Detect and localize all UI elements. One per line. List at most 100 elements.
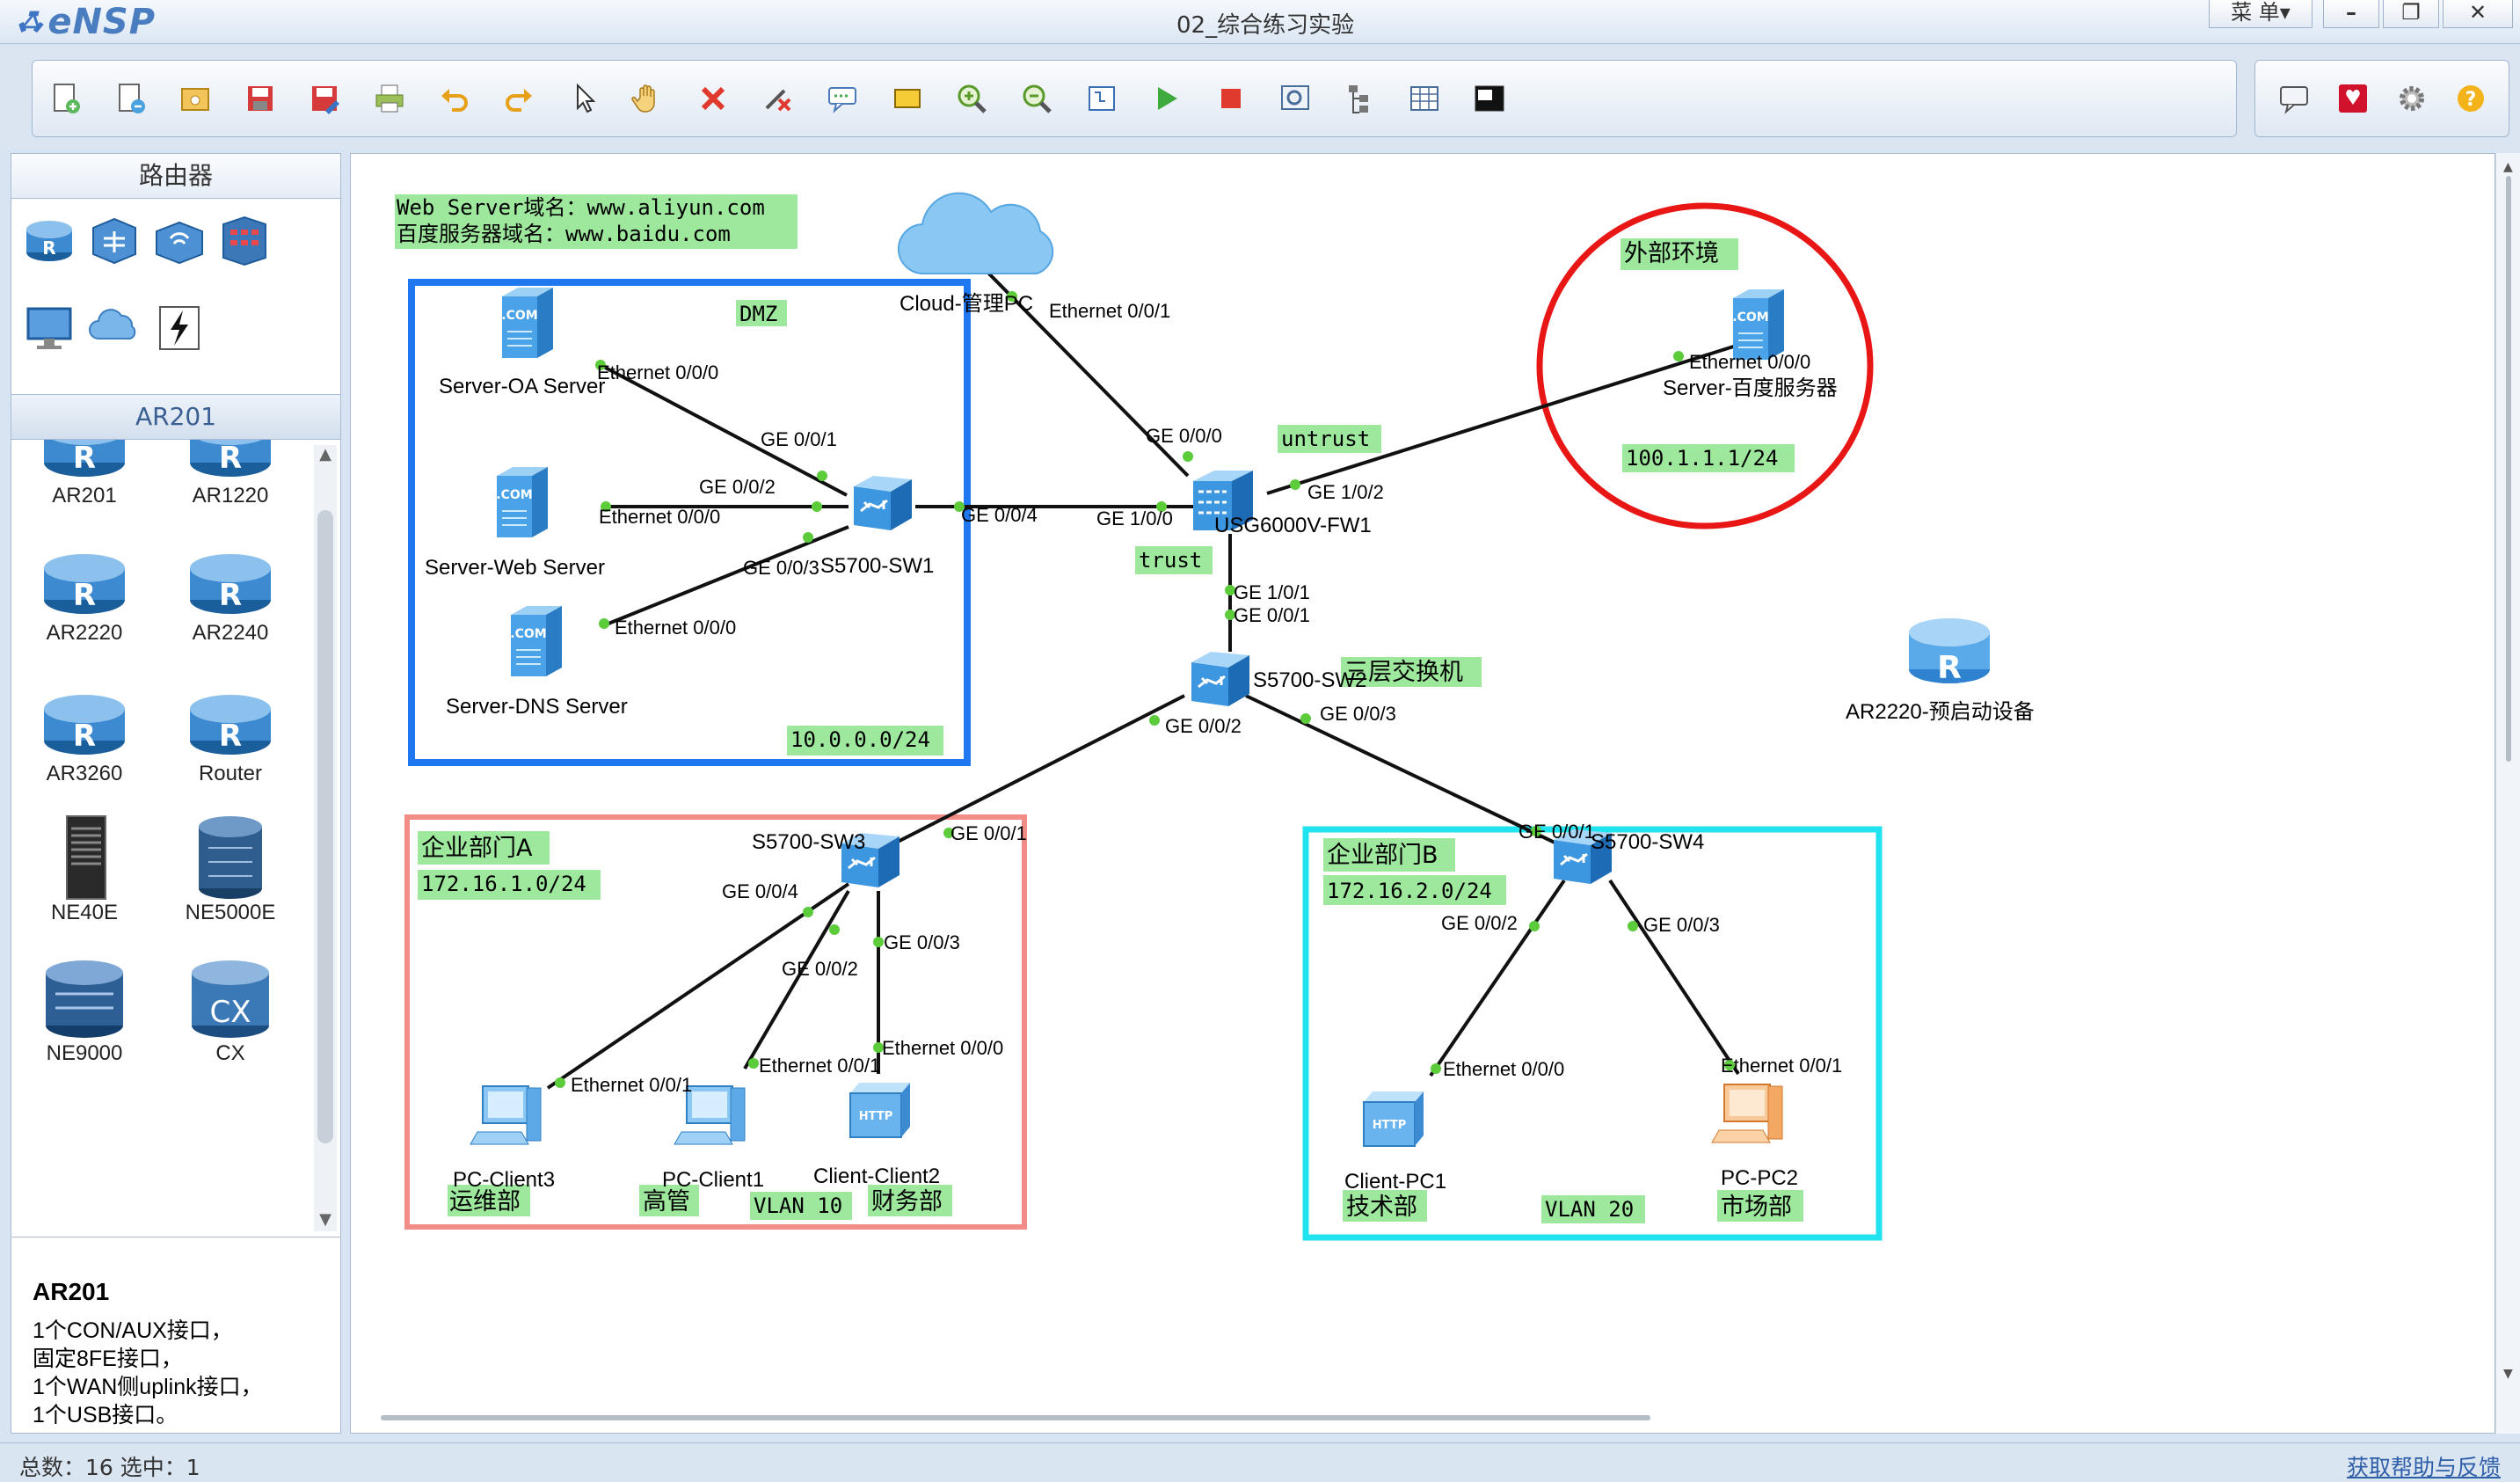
device-label: PC-Client1: [662, 1168, 764, 1192]
grid-icon[interactable]: [1400, 74, 1449, 123]
external-zone-label: 外部环境: [1624, 240, 1719, 267]
device-router[interactable]: R Router: [164, 674, 296, 806]
show-interfaces-icon[interactable]: [1336, 74, 1385, 123]
pc-icon[interactable]: [18, 297, 80, 359]
stop-devices-icon[interactable]: [1206, 74, 1256, 123]
switch-sw1[interactable]: [852, 474, 914, 532]
tech-label: 技术部: [1346, 1194, 1417, 1221]
scroll-up-arrow-icon[interactable]: ▲: [2503, 160, 2514, 174]
scroll-down-arrow-icon[interactable]: ▼: [316, 1210, 335, 1230]
link-sw4-pc2[interactable]: [1608, 879, 1740, 1076]
category-title: 路由器: [11, 153, 341, 199]
save-as-icon[interactable]: [300, 74, 349, 123]
port-label: Ethernet 0/0/1: [571, 1074, 692, 1096]
server-oa[interactable]: [500, 287, 554, 359]
restore-button[interactable]: ❐: [2383, 0, 2439, 28]
device-ar2240[interactable]: R AR2240: [164, 533, 296, 665]
new-topology-icon[interactable]: [41, 74, 91, 123]
pc-client3[interactable]: [470, 1085, 542, 1145]
cloud-management-pc[interactable]: [898, 192, 1054, 275]
undo-icon[interactable]: [430, 74, 479, 123]
client-pc1[interactable]: [1363, 1091, 1424, 1147]
cli-console-icon[interactable]: [1465, 74, 1514, 123]
settings-gear-icon[interactable]: [2387, 74, 2436, 123]
save-icon[interactable]: [236, 74, 285, 123]
svg-text:R: R: [73, 441, 96, 476]
port-label: GE 0/0/2: [1441, 912, 1518, 934]
svg-text:R: R: [219, 719, 242, 754]
canvas-vertical-scrollbar[interactable]: ▲ ▼: [2495, 153, 2520, 1434]
device-ar1220[interactable]: R AR1220: [164, 440, 296, 528]
capture-data-icon[interactable]: [1271, 74, 1320, 123]
cloud-icon[interactable]: [84, 297, 145, 359]
link-sw4-cpc1[interactable]: [1429, 879, 1566, 1077]
device-cx[interactable]: CX CX: [164, 953, 296, 1085]
device-label: Server-Web Server: [425, 556, 605, 580]
port-label: GE 0/0/2: [699, 476, 776, 498]
title-bar: ꗈ eNSP 02_综合练习实验 菜 单▾ – ❐ ✕: [0, 0, 2520, 44]
help-feedback-link[interactable]: 获取帮助与反馈: [2347, 1450, 2501, 1482]
help-icon[interactable]: ?: [2446, 74, 2495, 123]
server-baidu[interactable]: [1731, 288, 1785, 361]
zoom-in-icon[interactable]: [947, 74, 996, 123]
device-label: S5700-SW1: [820, 554, 934, 578]
baidu-domain-note: 百度服务器域名：www.baidu.com: [397, 222, 731, 246]
zoom-out-icon[interactable]: [1012, 74, 1061, 123]
rectangle-icon[interactable]: [883, 74, 932, 123]
open-icon[interactable]: [171, 74, 220, 123]
textbox-icon[interactable]: [818, 74, 867, 123]
pc-pc2[interactable]: [1711, 1084, 1783, 1143]
svg-text:R: R: [219, 441, 242, 476]
svg-text:R: R: [1937, 650, 1962, 686]
server-web[interactable]: [495, 466, 549, 538]
new-example-icon[interactable]: [106, 74, 156, 123]
menu-button[interactable]: 菜 单▾: [2209, 0, 2312, 28]
device-ar201[interactable]: R AR201: [18, 440, 150, 528]
delete-icon[interactable]: [688, 74, 738, 123]
toolbar-right: ?: [2254, 60, 2509, 137]
topology-canvas[interactable]: .COM HTTP Web Server域名：ww: [350, 153, 2495, 1434]
device-label: USG6000V-FW1: [1214, 514, 1372, 537]
port-label: Ethernet 0/0/1: [1049, 300, 1170, 322]
canvas-scroll-thumb[interactable]: [2506, 176, 2511, 762]
router-ar2220[interactable]: R: [1909, 618, 1990, 686]
chat-icon[interactable]: [2269, 74, 2319, 123]
description-line: 固定8FE接口，: [33, 1347, 183, 1371]
device-ne40e[interactable]: NE40E: [18, 813, 150, 945]
mgmt-label: 高管: [643, 1188, 690, 1216]
client-client2[interactable]: [849, 1082, 911, 1138]
fit-view-icon[interactable]: [1077, 74, 1126, 123]
link-sw2-sw3[interactable]: [897, 694, 1185, 843]
port-label: GE 0/0/4: [961, 504, 1038, 526]
device-label: Server-百度服务器: [1663, 376, 1838, 400]
device-ne9000[interactable]: NE9000: [18, 953, 150, 1085]
redo-icon[interactable]: [494, 74, 543, 123]
link-icon[interactable]: [149, 297, 210, 359]
print-icon[interactable]: [365, 74, 414, 123]
switch-sw2[interactable]: [1190, 650, 1251, 708]
switch-icon[interactable]: [84, 209, 145, 271]
device-ne5000e[interactable]: NE5000E: [164, 813, 296, 945]
drag-hand-icon[interactable]: [623, 74, 673, 123]
wireless-icon[interactable]: [149, 209, 210, 271]
device-label: S5700-SW3: [752, 830, 865, 854]
device-sidebar: 路由器 R AR201 R AR201 R AR1220 R AR2220 R AR22…: [11, 153, 341, 1434]
scroll-down-arrow-icon[interactable]: ▼: [2503, 1367, 2514, 1381]
status-bar: 总数：16 选中：1 获取帮助与反馈: [0, 1442, 2520, 1482]
huawei-forum-icon[interactable]: [2328, 74, 2378, 123]
toolbar-main: [32, 60, 2237, 137]
minimize-button[interactable]: –: [2323, 0, 2379, 28]
start-devices-icon[interactable]: [1141, 74, 1191, 123]
select-icon[interactable]: [559, 74, 608, 123]
device-ar3260[interactable]: R AR3260: [18, 674, 150, 806]
canvas-horizontal-scrollbar[interactable]: [381, 1415, 1650, 1420]
router-icon[interactable]: R: [18, 209, 80, 271]
close-button[interactable]: ✕: [2443, 0, 2513, 28]
delete-link-icon[interactable]: [754, 74, 803, 123]
device-ar2220[interactable]: R AR2220: [18, 533, 150, 665]
dept-a-label: 企业部门A: [421, 835, 533, 862]
scroll-up-arrow-icon[interactable]: ▲: [316, 445, 335, 464]
firewall-icon[interactable]: [214, 209, 275, 271]
device-list-scroll-thumb[interactable]: [317, 510, 333, 1143]
server-dns[interactable]: [509, 605, 563, 677]
